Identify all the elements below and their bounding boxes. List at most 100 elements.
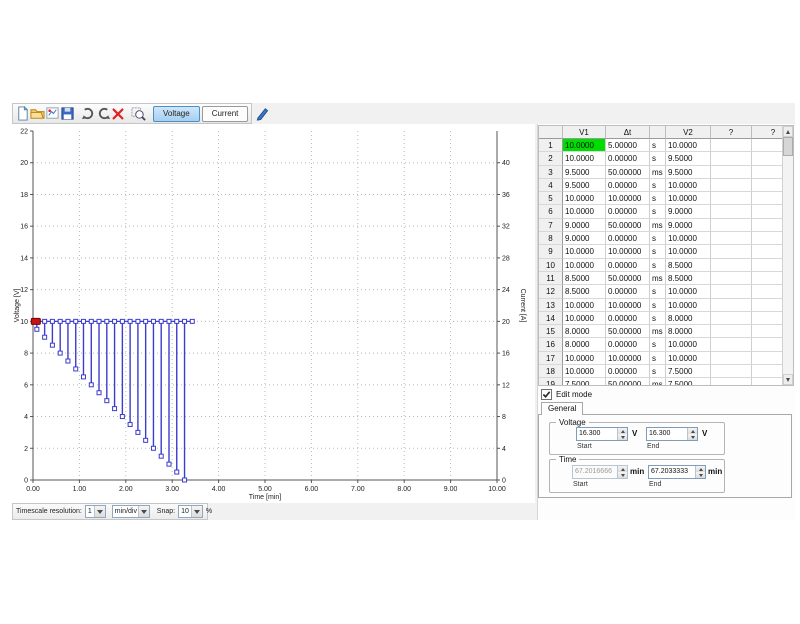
value-cell[interactable]: s <box>650 232 666 245</box>
save-button[interactable] <box>60 105 75 123</box>
column-header-v2[interactable]: V2 <box>666 126 711 139</box>
value-cell[interactable]: 50.00000 <box>606 219 650 232</box>
value-cell[interactable]: s <box>650 259 666 272</box>
value-cell[interactable] <box>711 365 752 378</box>
value-cell[interactable]: 8.0000 <box>666 312 711 325</box>
value-cell[interactable]: 10.0000 <box>563 139 606 152</box>
value-cell[interactable] <box>711 205 752 218</box>
value-cell[interactable] <box>711 219 752 232</box>
value-cell[interactable] <box>711 352 752 365</box>
value-cell[interactable]: 50.00000 <box>606 166 650 179</box>
value-cell[interactable]: s <box>650 299 666 312</box>
value-cell[interactable]: 0.00000 <box>606 152 650 165</box>
value-cell[interactable]: s <box>650 192 666 205</box>
value-cell[interactable]: 8.5000 <box>666 259 711 272</box>
value-cell[interactable]: 8.0000 <box>563 325 606 338</box>
spin-down-icon[interactable] <box>618 472 627 478</box>
value-cell[interactable]: 8.5000 <box>666 272 711 285</box>
value-cell[interactable]: s <box>650 338 666 351</box>
tab-current[interactable]: Current <box>202 106 249 122</box>
value-cell[interactable]: 7.5000 <box>563 378 606 386</box>
value-cell[interactable]: 10.0000 <box>666 299 711 312</box>
value-cell[interactable]: 10.0000 <box>666 192 711 205</box>
scroll-down-button[interactable] <box>783 374 793 385</box>
voltage-waveform-plot[interactable]: 024681012141618202204812162024283236400.… <box>12 124 535 502</box>
value-cell[interactable] <box>711 166 752 179</box>
zoom-selection-button[interactable] <box>131 105 146 123</box>
value-cell[interactable]: 9.5000 <box>563 166 606 179</box>
value-cell[interactable]: 7.5000 <box>666 378 711 386</box>
new-file-button[interactable] <box>15 105 30 123</box>
edit-mode-checkbox[interactable]: Edit mode <box>541 389 592 400</box>
redo-button[interactable] <box>81 105 96 123</box>
pen-tool-button[interactable] <box>255 105 270 123</box>
value-cell[interactable]: 9.5000 <box>666 152 711 165</box>
time-start-spinner[interactable]: 67.2016666 <box>572 465 628 479</box>
value-cell[interactable]: 8.0000 <box>666 325 711 338</box>
column-header-δt[interactable]: Δt <box>606 126 650 139</box>
value-cell[interactable]: 10.0000 <box>666 338 711 351</box>
value-cell[interactable]: 10.0000 <box>563 245 606 258</box>
value-cell[interactable]: 0.00000 <box>606 232 650 245</box>
value-cell[interactable]: 0.00000 <box>606 259 650 272</box>
value-cell[interactable]: 7.5000 <box>666 365 711 378</box>
open-file-button[interactable] <box>30 105 45 123</box>
value-cell[interactable] <box>711 338 752 351</box>
value-cell[interactable]: 10.0000 <box>666 232 711 245</box>
voltage-start-spinner[interactable]: 16.300 <box>576 427 628 441</box>
value-cell[interactable]: 10.0000 <box>666 245 711 258</box>
value-cell[interactable]: 8.5000 <box>563 272 606 285</box>
value-cell[interactable]: 9.0000 <box>666 205 711 218</box>
value-cell[interactable]: 5.00000 <box>606 139 650 152</box>
waveform-chart[interactable]: 024681012141618202204812162024283236400.… <box>12 124 535 503</box>
value-cell[interactable]: ms <box>650 325 666 338</box>
value-cell[interactable]: 0.00000 <box>606 338 650 351</box>
scrollbar-thumb[interactable] <box>783 137 793 156</box>
value-cell[interactable]: s <box>650 352 666 365</box>
value-cell[interactable]: 10.0000 <box>563 299 606 312</box>
snap-select[interactable]: 10 <box>178 505 203 518</box>
value-cell[interactable] <box>711 259 752 272</box>
value-cell[interactable] <box>711 139 752 152</box>
undo-button[interactable] <box>96 105 111 123</box>
value-cell[interactable]: 9.0000 <box>563 219 606 232</box>
value-cell[interactable]: 9.5000 <box>666 166 711 179</box>
value-cell[interactable] <box>711 245 752 258</box>
column-header-blank[interactable] <box>539 126 563 139</box>
tab-general[interactable]: General <box>541 402 583 415</box>
value-cell[interactable]: 10.0000 <box>666 179 711 192</box>
value-cell[interactable]: 10.0000 <box>563 365 606 378</box>
resolution-select[interactable]: 1 <box>85 505 106 518</box>
value-cell[interactable] <box>711 325 752 338</box>
value-cell[interactable]: s <box>650 285 666 298</box>
value-cell[interactable]: 10.0000 <box>666 139 711 152</box>
voltage-end-spinner[interactable]: 16.300 <box>646 427 698 441</box>
value-cell[interactable] <box>711 272 752 285</box>
time-end-spinner[interactable]: 67.2033333 <box>648 465 706 479</box>
delete-button[interactable] <box>111 105 125 123</box>
value-cell[interactable]: 8.0000 <box>563 338 606 351</box>
value-cell[interactable]: 0.00000 <box>606 285 650 298</box>
scroll-up-button[interactable] <box>783 126 793 137</box>
column-header-q5[interactable]: ? <box>711 126 752 139</box>
value-cell[interactable]: 9.0000 <box>563 232 606 245</box>
value-cell[interactable]: ms <box>650 272 666 285</box>
value-cell[interactable]: 9.0000 <box>666 219 711 232</box>
value-cell[interactable]: 10.0000 <box>666 285 711 298</box>
value-cell[interactable]: s <box>650 205 666 218</box>
value-cell[interactable]: s <box>650 139 666 152</box>
value-cell[interactable]: 0.00000 <box>606 365 650 378</box>
value-cell[interactable]: 10.0000 <box>563 259 606 272</box>
spin-down-icon[interactable] <box>688 434 697 440</box>
value-cell[interactable] <box>711 285 752 298</box>
value-cell[interactable]: ms <box>650 219 666 232</box>
value-cell[interactable] <box>711 152 752 165</box>
resolution-unit-select[interactable]: min/div <box>112 505 150 518</box>
value-cell[interactable]: s <box>650 152 666 165</box>
value-cell[interactable]: 50.00000 <box>606 325 650 338</box>
value-cell[interactable]: 10.0000 <box>563 205 606 218</box>
value-cell[interactable]: s <box>650 312 666 325</box>
value-cell[interactable]: 10.00000 <box>606 245 650 258</box>
table-scrollbar[interactable] <box>782 126 793 385</box>
value-cell[interactable]: 50.00000 <box>606 272 650 285</box>
